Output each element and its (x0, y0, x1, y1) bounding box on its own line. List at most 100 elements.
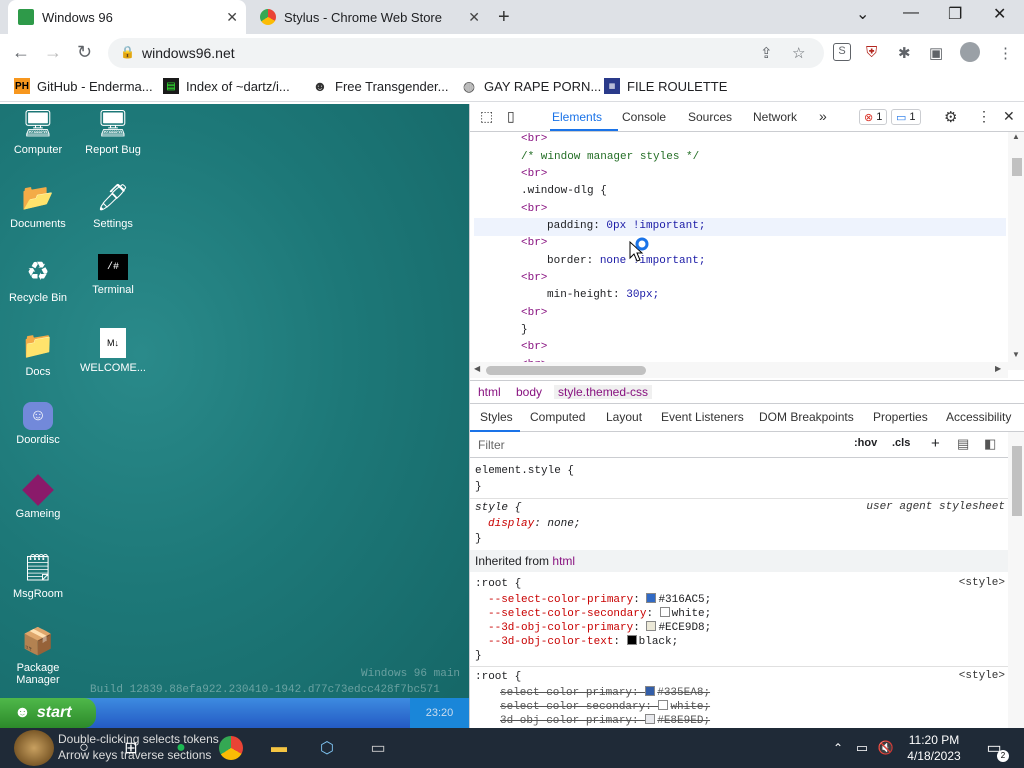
tab-computed[interactable]: Computed (530, 410, 585, 424)
scroll-down-icon[interactable]: ▼ (1012, 350, 1020, 359)
code-line[interactable]: min-height: 30px; (547, 287, 659, 304)
color-swatch[interactable] (646, 621, 657, 631)
menu-kebab-icon[interactable]: ⋮ (998, 44, 1013, 62)
devtools-menu-icon[interactable]: ⋮ (977, 108, 991, 125)
scroll-up-icon[interactable]: ▲ (1012, 132, 1020, 141)
breadcrumb-html[interactable]: html (478, 385, 501, 399)
css-variable-declaration[interactable]: --select-color-secondary: white; (488, 607, 711, 621)
tab-styles[interactable]: Styles (480, 410, 513, 424)
restore-icon[interactable]: ❐ (948, 4, 962, 24)
system-clock[interactable]: 11:20 PM 4/18/2023 (896, 732, 972, 764)
tab-accessibility[interactable]: Accessibility (946, 410, 1011, 424)
tab-stylus[interactable]: Stylus - Chrome Web Store ✕ (250, 0, 488, 34)
messages-badge[interactable]: ▭ 1 (891, 109, 921, 125)
display-declaration[interactable]: display: none; (488, 517, 580, 531)
styles-rules-pane[interactable]: element.style { } style { user agent sty… (470, 458, 1008, 728)
scroll-thumb[interactable] (486, 366, 646, 375)
start-orb-icon[interactable] (14, 730, 54, 766)
code-line[interactable]: <br> (521, 270, 547, 287)
toggle-sidebar-icon[interactable]: ◧ (984, 436, 996, 452)
color-swatch[interactable] (626, 635, 637, 645)
close-tab-icon[interactable]: ✕ (468, 9, 480, 26)
device-toolbar-icon[interactable]: ▯ (507, 108, 515, 125)
desktop-icon-recycle-bin[interactable]: ♻ Recycle Bin (0, 254, 76, 305)
scroll-right-icon[interactable]: ▶ (995, 364, 1001, 373)
minimize-icon[interactable]: — (903, 4, 919, 22)
close-devtools-icon[interactable]: ✕ (1003, 108, 1015, 125)
desktop-icon-documents[interactable]: 📂 Documents (0, 180, 76, 231)
tab-windows96[interactable]: Windows 96 ✕ (8, 0, 246, 34)
errors-badge[interactable]: ⊗ 1 (859, 109, 888, 125)
start-button[interactable]: ☻ start (0, 698, 96, 728)
stylus-extension-icon[interactable]: S (833, 43, 851, 61)
code-line[interactable]: border: none !important; (547, 253, 705, 270)
cls-toggle[interactable]: .cls (892, 437, 910, 449)
scroll-thumb[interactable] (1012, 446, 1022, 516)
code-line[interactable]: <br> (521, 235, 547, 252)
desktop-icon-welcome[interactable]: M↓ WELCOME... (75, 328, 151, 374)
css-variable-declaration[interactable]: --select-color-primary: #316AC5; (488, 593, 711, 607)
style-source-link[interactable]: <style> (959, 577, 1005, 589)
reload-icon[interactable]: ↻ (77, 42, 92, 63)
desktop-icon-terminal[interactable]: /# Terminal (75, 254, 151, 296)
network-icon[interactable]: ▭ (850, 736, 874, 760)
tab-layout[interactable]: Layout (606, 410, 642, 424)
root-selector[interactable]: :root { (475, 670, 521, 684)
elements-vertical-scrollbar[interactable]: ▲ ▼ (1008, 132, 1024, 370)
breadcrumb-style[interactable]: style.themed-css (554, 385, 653, 399)
desktop-icon-doordisc[interactable]: ☺ Doordisc (0, 402, 76, 446)
lock-icon[interactable]: 🔒 (120, 45, 135, 59)
code-line[interactable]: <br> (521, 132, 547, 148)
bookmark-gay[interactable]: ◍ GAY RAPE PORN... (461, 78, 601, 94)
hov-toggle[interactable]: :hov (854, 437, 877, 449)
desktop-icon-computer[interactable]: 🖥 Computer (0, 106, 76, 157)
tab-network[interactable]: Network (753, 110, 797, 124)
close-window-icon[interactable]: ✕ (993, 4, 1006, 24)
file-explorer-icon[interactable]: ▬ (267, 736, 291, 760)
bookmark-github[interactable]: PH GitHub - Enderma... (14, 78, 153, 94)
code-line[interactable]: <br> (521, 305, 547, 322)
bookmark-index-dartz[interactable]: ▤ Index of ~dartz/i... (163, 78, 290, 94)
spotify-icon[interactable]: ● (169, 736, 193, 760)
breadcrumb-body[interactable]: body (516, 385, 542, 399)
code-line[interactable]: <br> (521, 339, 547, 356)
css-variable-declaration[interactable]: --3d-obj-color-text: black; (488, 635, 678, 649)
inherited-tag-link[interactable]: html (552, 554, 575, 568)
desktop-icon-gameing[interactable]: Gameing (0, 474, 76, 520)
color-swatch[interactable] (646, 593, 657, 603)
chevron-up-icon[interactable]: ⌃ (826, 736, 850, 760)
code-line[interactable]: padding: 0px !important; (547, 218, 705, 235)
virtualbox-icon[interactable]: ⬡ (315, 736, 339, 760)
new-style-rule-icon[interactable]: + (931, 435, 940, 452)
profile-avatar-icon[interactable] (960, 42, 980, 62)
color-swatch[interactable] (645, 686, 656, 696)
color-swatch[interactable] (659, 607, 670, 617)
scroll-thumb[interactable] (1012, 158, 1022, 176)
search-circle-icon[interactable]: ○ (72, 736, 96, 760)
tab-properties[interactable]: Properties (873, 410, 928, 424)
task-view-icon[interactable]: ⊞ (119, 736, 143, 760)
css-variable-declaration[interactable]: --3d-obj-color-primary: #ECE9D8; (488, 621, 711, 635)
tab-sources[interactable]: Sources (688, 110, 732, 124)
element-style-selector[interactable]: element.style { (475, 464, 574, 478)
color-swatch[interactable] (645, 714, 656, 724)
forward-icon[interactable]: → (44, 42, 62, 63)
desktop-icon-settings[interactable]: 🖊 Settings (75, 180, 151, 231)
bookmark-file-roulette[interactable]: ▦ FILE ROULETTE (604, 78, 727, 94)
tab-event-listeners[interactable]: Event Listeners (661, 410, 744, 424)
code-line[interactable]: /* window manager styles */ (521, 149, 699, 166)
desktop-icon-package-manager[interactable]: 📦 Package Manager (0, 624, 76, 687)
tab-search-icon[interactable]: ⌄ (856, 4, 869, 24)
code-line[interactable]: <br> (521, 201, 547, 218)
bookmark-star-icon[interactable]: ☆ (792, 44, 805, 62)
volume-muted-icon[interactable]: 🔇 (874, 736, 898, 760)
tab-elements[interactable]: Elements (552, 110, 602, 124)
root-selector[interactable]: :root { (475, 577, 521, 591)
url-text[interactable]: windows96.net (142, 45, 235, 61)
code-line[interactable]: .window-dlg { (521, 183, 607, 200)
code-line[interactable]: <br> (521, 166, 547, 183)
share-icon[interactable]: ⇪ (760, 44, 773, 62)
scroll-left-icon[interactable]: ◀ (474, 364, 480, 373)
elements-tree[interactable]: <br> /* window manager styles */ <br> .w… (470, 132, 1008, 370)
desktop-icon-report-bug[interactable]: 🖥 Report Bug (75, 106, 151, 157)
